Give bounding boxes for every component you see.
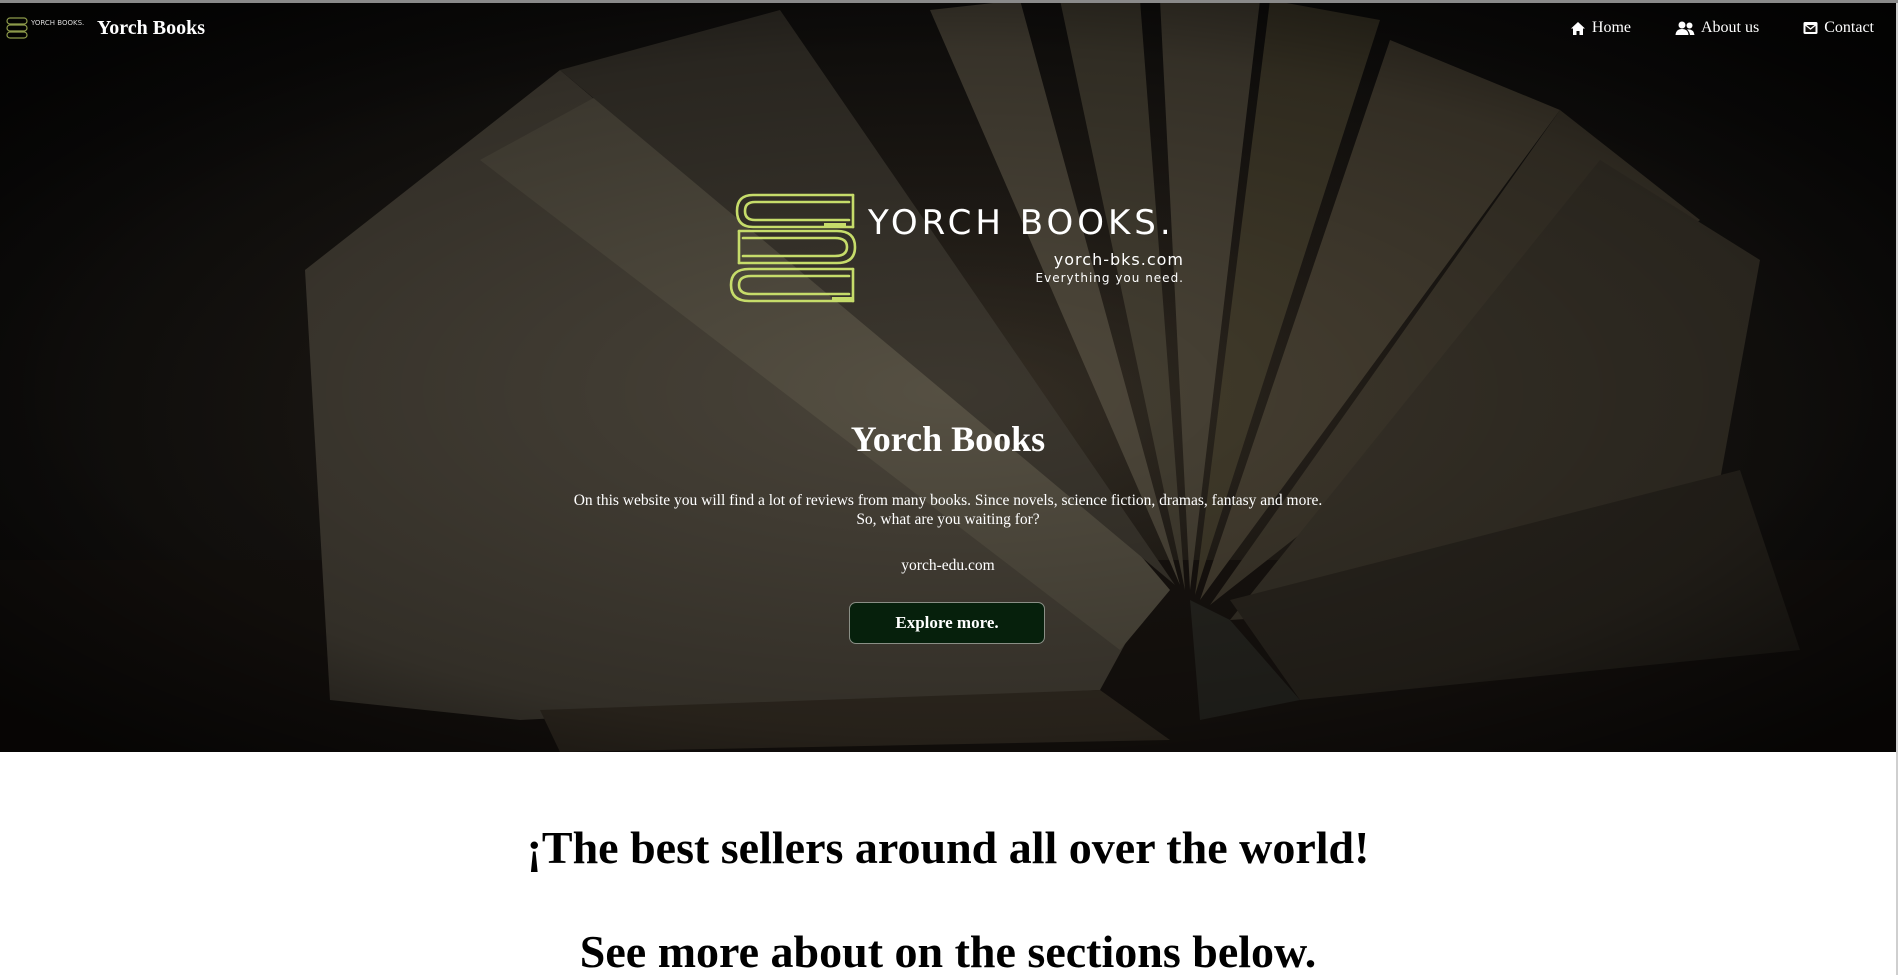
envelope-icon <box>1803 22 1818 34</box>
window-top-border <box>0 0 1898 3</box>
users-icon <box>1675 21 1695 35</box>
hero-description-line: On this website you will find a lot of r… <box>573 492 1323 509</box>
hero-description: On this website you will find a lot of r… <box>0 491 1896 529</box>
brand-logo-text: YORCH BOOKS. <box>31 19 85 27</box>
nav-link-label: Home <box>1591 19 1631 36</box>
hero-title: Yorch Books <box>850 419 1046 459</box>
logo-domain: yorch-bks.com <box>1053 250 1184 269</box>
home-icon <box>1570 21 1585 35</box>
explore-more-button[interactable]: Explore more. <box>849 602 1045 644</box>
book-stack-icon <box>729 193 857 303</box>
nav-link-contact[interactable]: Contact <box>1803 19 1874 37</box>
sections-heading: See more about on the sections below. <box>579 926 1317 977</box>
nav-link-label: Contact <box>1824 19 1874 36</box>
nav-link-about[interactable]: About us <box>1675 19 1759 37</box>
nav-link-home[interactable]: Home <box>1570 19 1631 37</box>
hero-description-line: So, what are you waiting for? <box>856 511 1040 528</box>
logo-title: YORCH BOOKS. <box>868 203 1175 243</box>
logo-tagline: Everything you need. <box>1035 271 1184 285</box>
navbar: YORCH BOOKS. Yorch Books Home About us C… <box>0 3 1896 55</box>
brand[interactable]: YORCH BOOKS. Yorch Books <box>5 15 205 41</box>
brand-logo: YORCH BOOKS. <box>5 15 89 41</box>
hero-url: yorch-edu.com <box>901 557 995 574</box>
nav-links: Home About us Contact <box>1526 19 1874 37</box>
best-sellers-heading: ¡The best sellers around all over the wo… <box>526 822 1370 873</box>
brand-name[interactable]: Yorch Books <box>97 17 205 40</box>
yorch-books-logo: YORCH BOOKS. yorch-bks.com Everything yo… <box>725 193 1185 305</box>
nav-link-label: About us <box>1701 19 1760 36</box>
